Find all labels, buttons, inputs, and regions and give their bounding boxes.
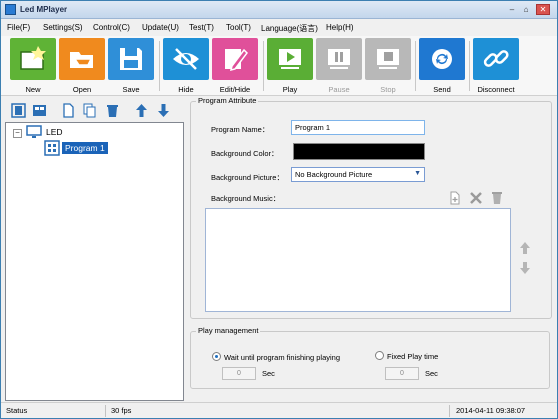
stop-button[interactable]: Stop	[365, 38, 411, 94]
app-window: Led MPlayer – ⌂ ✕ File(F) Settings(S) Co…	[0, 0, 558, 419]
menu-tool[interactable]: Tool(T)	[226, 23, 251, 32]
delete-music-trash-icon[interactable]	[489, 190, 504, 205]
refresh-sync-icon	[419, 38, 465, 80]
fixed-play-time-label: Fixed Play time	[387, 352, 439, 361]
edit-hide-button[interactable]: Edit/Hide	[212, 38, 258, 94]
menu-file[interactable]: File(F)	[7, 23, 30, 32]
tree-node-program[interactable]: Program 1	[44, 140, 108, 156]
new-page-icon[interactable]	[60, 102, 76, 118]
toolbar-separator	[263, 41, 264, 91]
tree-toolbar	[5, 100, 185, 120]
menu-control[interactable]: Control(C)	[93, 23, 130, 32]
datetime-readout: 2014-04-11 09:38:07	[456, 406, 526, 415]
pencil-icon	[212, 38, 258, 80]
toolbar-separator	[469, 41, 470, 91]
monitor-icon	[26, 125, 42, 138]
play-icon	[267, 38, 313, 80]
menu-help[interactable]: Help(H)	[326, 23, 354, 32]
new-icon	[10, 38, 56, 80]
tree-expander-icon[interactable]: −	[13, 129, 22, 138]
background-music-label: Background Music：	[211, 194, 281, 203]
menu-test[interactable]: Test(T)	[189, 23, 214, 32]
menu-bar: File(F) Settings(S) Control(C) Update(U)…	[1, 20, 557, 35]
background-picture-value: No Background Picture	[295, 170, 373, 179]
toolbar-separator	[415, 41, 416, 91]
move-up-icon[interactable]	[133, 102, 149, 118]
chevron-down-icon: ▼	[414, 170, 421, 177]
folder-open-icon	[59, 38, 105, 80]
fixed-seconds-input[interactable]: 0	[385, 367, 419, 380]
send-label: Send	[433, 85, 451, 94]
floppy-disk-icon	[108, 38, 154, 80]
background-color-label: Background Color：	[211, 149, 279, 158]
tree-node-led[interactable]: LED	[26, 125, 63, 139]
tree-node-label: LED	[46, 127, 63, 137]
play-button[interactable]: Play	[267, 38, 313, 94]
window-title: Led MPlayer	[20, 5, 68, 14]
wait-until-finish-label: Wait until program finishing playing	[224, 353, 341, 362]
disconnect-button[interactable]: Disconnect	[473, 38, 519, 94]
menu-update[interactable]: Update(U)	[142, 23, 179, 32]
program-attribute-group: Program Attribute Program Name： Program …	[190, 96, 552, 319]
background-color-swatch[interactable]	[293, 143, 425, 160]
close-icon[interactable]: ✕	[536, 4, 550, 15]
app-logo-icon	[5, 4, 16, 15]
program-tree: − LED Program 1	[5, 122, 184, 401]
background-picture-select[interactable]: No Background Picture ▼	[291, 167, 425, 182]
add-screen-icon[interactable]	[10, 102, 26, 118]
trash-icon[interactable]	[104, 102, 120, 118]
eye-hidden-icon	[163, 38, 209, 80]
play-management-title: Play management	[196, 326, 261, 335]
main-toolbar: New Open Save Hide Edit/Hide Play Pause …	[1, 36, 557, 96]
title-bar: Led MPlayer – ⌂ ✕	[1, 1, 557, 19]
wait-until-finish-radio[interactable]	[212, 352, 221, 361]
status-bar: Status 30 fps 2014-04-11 09:38:07	[1, 402, 557, 418]
program-name-label: Program Name：	[211, 125, 270, 134]
tree-node-label-selected: Program 1	[62, 142, 108, 154]
menu-settings[interactable]: Settings(S)	[43, 23, 83, 32]
disconnect-label: Disconnect	[477, 85, 515, 94]
status-label: Status	[6, 406, 28, 415]
open-button[interactable]: Open	[59, 38, 105, 94]
edit-hide-label: Edit/Hide	[219, 85, 251, 94]
minimize-icon[interactable]: –	[506, 4, 518, 15]
chain-link-icon	[473, 38, 519, 80]
stop-label: Stop	[380, 85, 396, 94]
move-down-icon[interactable]	[155, 102, 171, 118]
fixed-seconds-unit: Sec	[425, 369, 438, 378]
stop-icon	[365, 38, 411, 80]
fps-readout: 30 fps	[111, 406, 132, 415]
maximize-icon[interactable]: ⌂	[520, 4, 532, 15]
fixed-play-time-radio[interactable]	[375, 351, 384, 360]
toolbar-separator	[159, 41, 160, 91]
remove-music-icon[interactable]	[468, 190, 483, 205]
save-label: Save	[122, 85, 140, 94]
hide-button[interactable]: Hide	[163, 38, 209, 94]
play-management-group: Play management Wait until program finis…	[190, 326, 550, 389]
program-attribute-title: Program Attribute	[196, 96, 259, 105]
send-button[interactable]: Send	[419, 38, 465, 94]
add-program-icon[interactable]	[31, 102, 47, 118]
copy-icon[interactable]	[81, 102, 97, 118]
new-button[interactable]: New	[10, 38, 56, 94]
background-music-list[interactable]	[205, 208, 511, 312]
pause-button[interactable]: Pause	[316, 38, 362, 94]
background-picture-label: Background Picture：	[211, 173, 284, 182]
menu-language[interactable]: Language(语言)	[261, 23, 318, 34]
wait-seconds-input[interactable]: 0	[222, 367, 256, 380]
pause-icon	[316, 38, 362, 80]
add-music-icon[interactable]	[447, 190, 462, 205]
music-move-up-icon[interactable]	[517, 240, 532, 255]
wait-seconds-unit: Sec	[262, 369, 275, 378]
status-divider	[105, 405, 106, 417]
status-divider	[449, 405, 450, 417]
film-program-icon	[44, 140, 60, 156]
music-move-down-icon[interactable]	[517, 260, 532, 275]
save-button[interactable]: Save	[108, 38, 154, 94]
program-name-input[interactable]: Program 1	[291, 120, 425, 135]
